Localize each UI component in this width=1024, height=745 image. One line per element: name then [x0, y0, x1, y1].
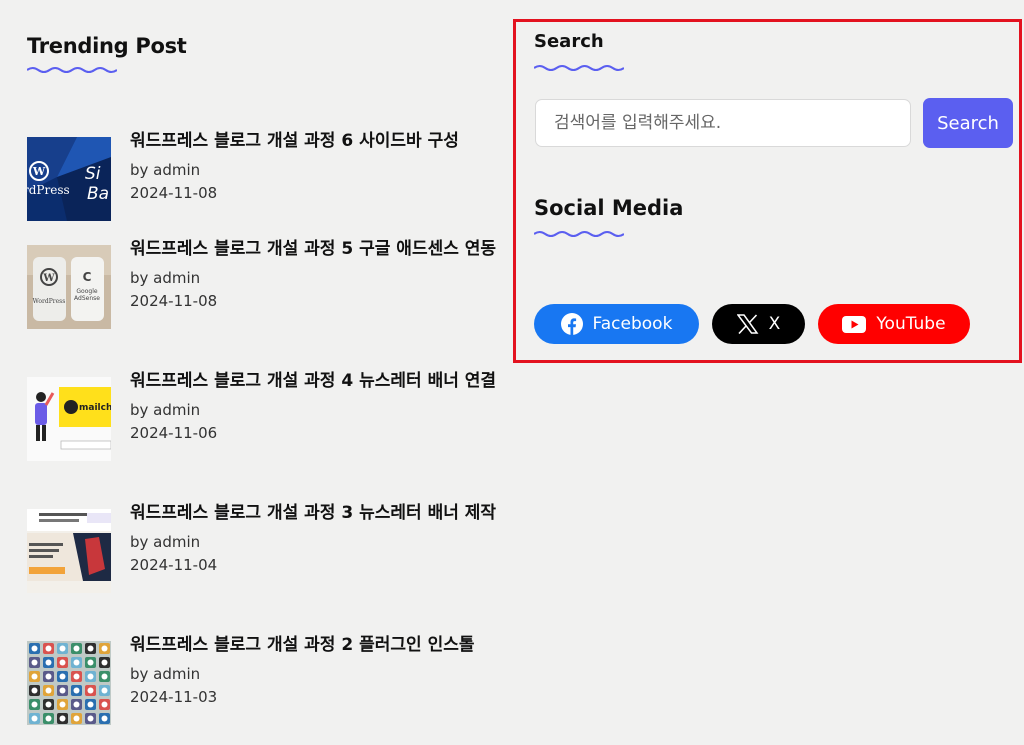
wordpress-sidebar-thumbnail[interactable]: W rdPress Si Ba [27, 137, 111, 221]
search-title-underline-wave [534, 65, 624, 71]
svg-text:C: C [83, 270, 92, 284]
title-underline-wave [27, 67, 117, 73]
search-widget-title: Search [534, 31, 604, 52]
post-title[interactable]: 워드프레스 블로그 개설 과정 2 플러그인 인스톨 [130, 631, 515, 660]
trending-title: Trending Post [27, 34, 187, 58]
post-author: by admin [130, 401, 201, 419]
social-title-underline-wave [534, 231, 624, 237]
svg-text:Ba: Ba [87, 184, 109, 204]
svg-text:rdPress: rdPress [27, 183, 70, 197]
post-date: 2024-11-06 [130, 424, 218, 442]
wordpress-adsense-thumbnail[interactable]: W WordPress C Google AdSense [27, 245, 111, 329]
post-author: by admin [130, 533, 201, 551]
plugin-icons-thumbnail[interactable] [27, 641, 111, 725]
post-date: 2024-11-04 [130, 556, 218, 574]
svg-text:mailch: mailch [79, 403, 111, 413]
post-author: by admin [130, 161, 201, 179]
search-button[interactable]: Search [923, 98, 1013, 148]
x-label: X [768, 314, 781, 334]
x-icon [736, 314, 759, 334]
post-title[interactable]: 워드프레스 블로그 개설 과정 6 사이드바 구성 [130, 127, 515, 156]
svg-text:W: W [32, 165, 46, 178]
svg-text:Google: Google [76, 288, 97, 295]
post-author: by admin [130, 665, 201, 683]
post-title[interactable]: 워드프레스 블로그 개설 과정 3 뉴스레터 배너 제작 [130, 499, 515, 528]
post-title[interactable]: 워드프레스 블로그 개설 과정 5 구글 애드센스 연동 [130, 235, 515, 264]
social-media-title: Social Media [534, 196, 684, 220]
youtube-button[interactable]: YouTube [818, 304, 970, 344]
post-title[interactable]: 워드프레스 블로그 개설 과정 4 뉴스레터 배너 연결 [130, 367, 515, 396]
facebook-label: Facebook [592, 314, 673, 334]
svg-text:W: W [42, 273, 55, 284]
svg-text:AdSense: AdSense [74, 295, 100, 302]
svg-text:WordPress: WordPress [33, 298, 66, 305]
post-date: 2024-11-08 [130, 292, 218, 310]
post-date: 2024-11-08 [130, 184, 218, 202]
facebook-icon [560, 313, 583, 335]
post-date: 2024-11-03 [130, 688, 218, 706]
trending-section: Trending Post [27, 32, 507, 74]
facebook-button[interactable]: Facebook [534, 304, 699, 344]
post-author: by admin [130, 269, 201, 287]
youtube-label: YouTube [876, 314, 946, 334]
mailchimp-thumbnail[interactable]: mailch [27, 377, 111, 461]
x-button[interactable]: X [712, 304, 805, 344]
youtube-icon [842, 315, 867, 333]
newsletter-banner-thumbnail[interactable] [27, 509, 111, 593]
sidebar-widget-area: Search Search Social Media Facebook X [513, 19, 1022, 363]
search-input[interactable] [535, 99, 911, 147]
svg-text:Si: Si [85, 164, 101, 184]
